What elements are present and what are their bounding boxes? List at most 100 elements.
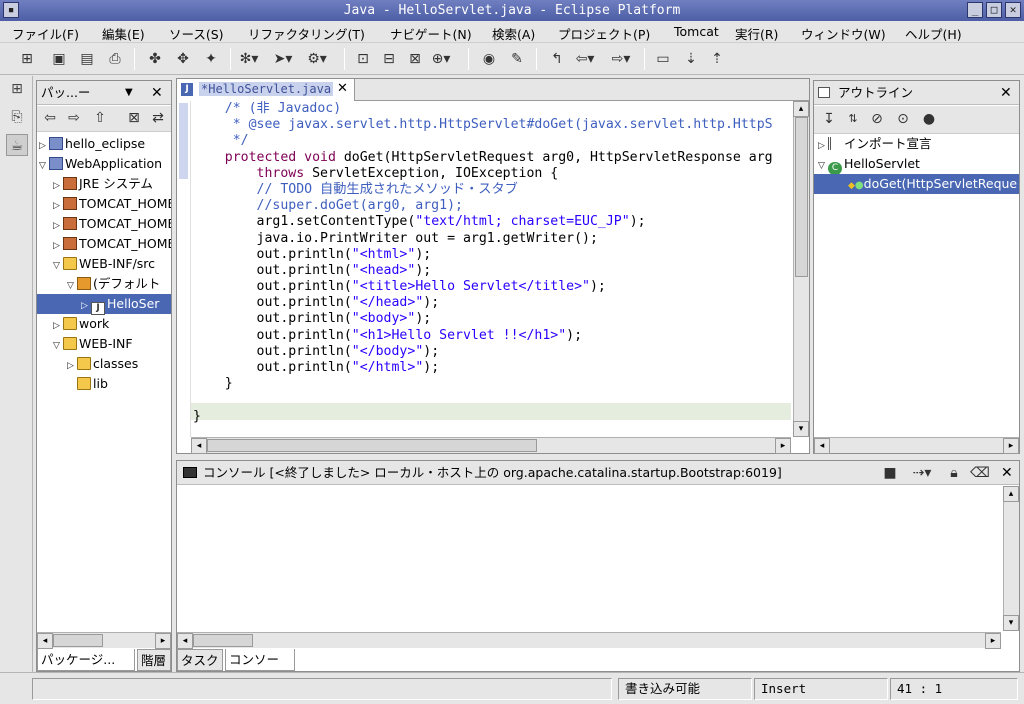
back-icon[interactable]: ⇦ (39, 108, 61, 128)
editor-hscroll[interactable]: ◂ ▸ (191, 437, 791, 454)
tab-hierarchy[interactable]: 階層 (137, 649, 171, 671)
console-hscroll[interactable]: ◂ ▸ (177, 632, 1001, 649)
scroll-thumb[interactable] (193, 634, 253, 647)
sort-icon[interactable]: ↧ (818, 109, 840, 129)
outline-item-class[interactable]: ▽ C HelloServlet (818, 154, 920, 176)
scroll-left-icon[interactable]: ◂ (37, 633, 53, 649)
expand-icon[interactable]: ▷ (53, 196, 63, 216)
scroll-lock-icon[interactable]: 🔒︎ (943, 463, 965, 483)
close-window-icon[interactable]: ✕ (1005, 2, 1021, 18)
search-icon[interactable]: ✎ (506, 49, 528, 69)
close-view-icon[interactable]: ✕ (1000, 81, 1012, 105)
code-line[interactable]: // TODO 自動生成されたメソッド・スタブ (193, 182, 791, 198)
new-project-icon[interactable]: ⊡ (352, 49, 374, 69)
scroll-thumb[interactable] (795, 117, 808, 277)
code-line[interactable]: out.println("</html>"); (193, 360, 791, 376)
menu-search[interactable]: 検索(A) (492, 24, 535, 43)
open-type-icon[interactable]: ◉ (478, 49, 500, 69)
scroll-thumb[interactable] (207, 439, 537, 452)
tomcat-stop-icon[interactable]: ✥ (172, 49, 194, 69)
up-icon[interactable]: ⇧ (89, 108, 111, 128)
menu-project[interactable]: プロジェクト(P) (558, 24, 650, 43)
code-line[interactable]: } (193, 409, 791, 425)
toggle-view-icon[interactable]: ▭ (652, 49, 674, 69)
code-line[interactable]: } (193, 376, 791, 392)
next-annotation-icon[interactable]: ⇣ (680, 49, 702, 69)
code-line[interactable]: throws ServletException, IOException { (193, 166, 791, 182)
console-vscroll[interactable]: ▴ ▾ (1003, 486, 1019, 631)
scroll-left-icon[interactable]: ◂ (814, 438, 830, 454)
save-all-icon[interactable]: ▤ (76, 49, 98, 69)
menu-file[interactable]: ファイル(F) (12, 24, 79, 43)
code-area[interactable]: /* (非 Javadoc) * @see javax.servlet.http… (193, 101, 791, 425)
tree-item-work[interactable]: ▷ work (53, 314, 109, 334)
new-icon[interactable]: ⊞ (16, 49, 38, 69)
menu-source[interactable]: ソース(S) (169, 24, 224, 43)
collapse-icon[interactable]: ▽ (818, 156, 828, 176)
code-line[interactable]: out.println("<html>"); (193, 247, 791, 263)
new-class-icon[interactable]: ⊠ (404, 49, 426, 69)
expand-icon[interactable]: ▷ (818, 136, 828, 156)
console-output[interactable] (177, 486, 1001, 631)
scroll-right-icon[interactable]: ▸ (155, 633, 171, 649)
scroll-up-icon[interactable]: ▴ (793, 101, 809, 117)
code-line[interactable]: arg1.setContentType("text/html; charset=… (193, 214, 791, 230)
expand-icon[interactable]: ▷ (53, 176, 63, 196)
forward-icon[interactable]: ⇨ (63, 108, 85, 128)
expand-icon[interactable]: ▷ (53, 316, 63, 336)
window-menu-icon[interactable]: ▪ (3, 2, 19, 18)
expand-icon[interactable]: ▷ (53, 236, 63, 256)
scroll-thumb[interactable] (53, 634, 103, 647)
editor-vscroll[interactable]: ▴ ▾ (793, 101, 809, 437)
collapse-icon[interactable]: ▽ (67, 276, 77, 296)
save-icon[interactable]: ▣ (48, 49, 70, 69)
tree-item-tomcat-home-2[interactable]: ▷TOMCAT_HOME/c (53, 214, 171, 234)
editor-tab[interactable]: J *HelloServlet.java ✕ (177, 79, 355, 101)
sort-alpha-icon[interactable]: ⇅ (842, 109, 864, 129)
terminate-icon[interactable]: ■ (879, 463, 901, 483)
code-line[interactable] (193, 392, 791, 408)
scroll-right-icon[interactable]: ▸ (775, 438, 791, 454)
menu-edit[interactable]: 編集(E) (102, 24, 145, 43)
link-editor-icon[interactable]: ⇄ (147, 108, 169, 128)
tree-item-jre[interactable]: ▷ JRE システム (53, 174, 153, 194)
code-line[interactable]: //super.doGet(arg0, arg1); (193, 198, 791, 214)
view-menu-icon[interactable]: ▼ (125, 81, 133, 105)
code-line[interactable]: * @see javax.servlet.http.HttpServlet#do… (193, 117, 791, 133)
tree-item-helloservlet[interactable]: ▷ J HelloSer (37, 294, 171, 315)
hide-nonpublic-icon[interactable]: ● (918, 109, 940, 129)
code-line[interactable]: java.io.PrintWriter out = arg1.getWriter… (193, 231, 791, 247)
tree-item-default-package[interactable]: ▽ (デフォルト (67, 274, 160, 294)
new-wizard-icon[interactable]: ⊕▾ (430, 49, 452, 69)
hide-fields-icon[interactable]: ⊘ (866, 109, 888, 129)
tomcat-restart-icon[interactable]: ✦ (200, 49, 222, 69)
display-console-icon[interactable]: ⇢▾ (911, 463, 933, 483)
expand-icon[interactable]: ▷ (39, 136, 49, 156)
outline-hscroll[interactable]: ◂ ▸ (814, 437, 1019, 454)
hide-static-icon[interactable]: ⊙ (892, 109, 914, 129)
close-tab-icon[interactable]: ✕ (337, 81, 348, 96)
menu-run[interactable]: 実行(R) (735, 24, 778, 43)
scroll-right-icon[interactable]: ▸ (985, 633, 1001, 649)
collapse-icon[interactable]: ▽ (53, 336, 63, 356)
tree-item-webapplication[interactable]: ▽ WebApplication (39, 154, 162, 174)
tree-item-hello-eclipse[interactable]: ▷ hello_eclipse (39, 134, 145, 154)
package-explorer-hscroll[interactable]: ◂ ▸ (37, 632, 171, 649)
code-line[interactable]: out.println("</body>"); (193, 344, 791, 360)
external-tools-icon[interactable]: ⚙▾ (306, 49, 328, 69)
scroll-left-icon[interactable]: ◂ (177, 633, 193, 649)
collapse-all-icon[interactable]: ⊠ (123, 108, 145, 128)
tree-item-tomcat-home-3[interactable]: ▷TOMCAT_HOME/c (53, 234, 171, 254)
collapse-icon[interactable]: ▽ (39, 156, 49, 176)
menu-tomcat[interactable]: Tomcat (674, 24, 719, 39)
menu-window[interactable]: ウィンドウ(W) (801, 24, 886, 43)
code-line[interactable]: out.println("<body>"); (193, 311, 791, 327)
tab-tasks[interactable]: タスク (177, 649, 223, 671)
open-perspective-icon[interactable]: ⊞ (6, 78, 28, 100)
java-perspective-icon[interactable]: ☕ (6, 134, 28, 156)
tree-item-classes[interactable]: ▷ classes (67, 354, 138, 374)
menu-navigate[interactable]: ナビゲート(N) (390, 24, 472, 43)
code-line[interactable]: protected void doGet(HttpServletRequest … (193, 150, 791, 166)
tomcat-start-icon[interactable]: ✤ (144, 49, 166, 69)
scroll-left-icon[interactable]: ◂ (191, 438, 207, 454)
